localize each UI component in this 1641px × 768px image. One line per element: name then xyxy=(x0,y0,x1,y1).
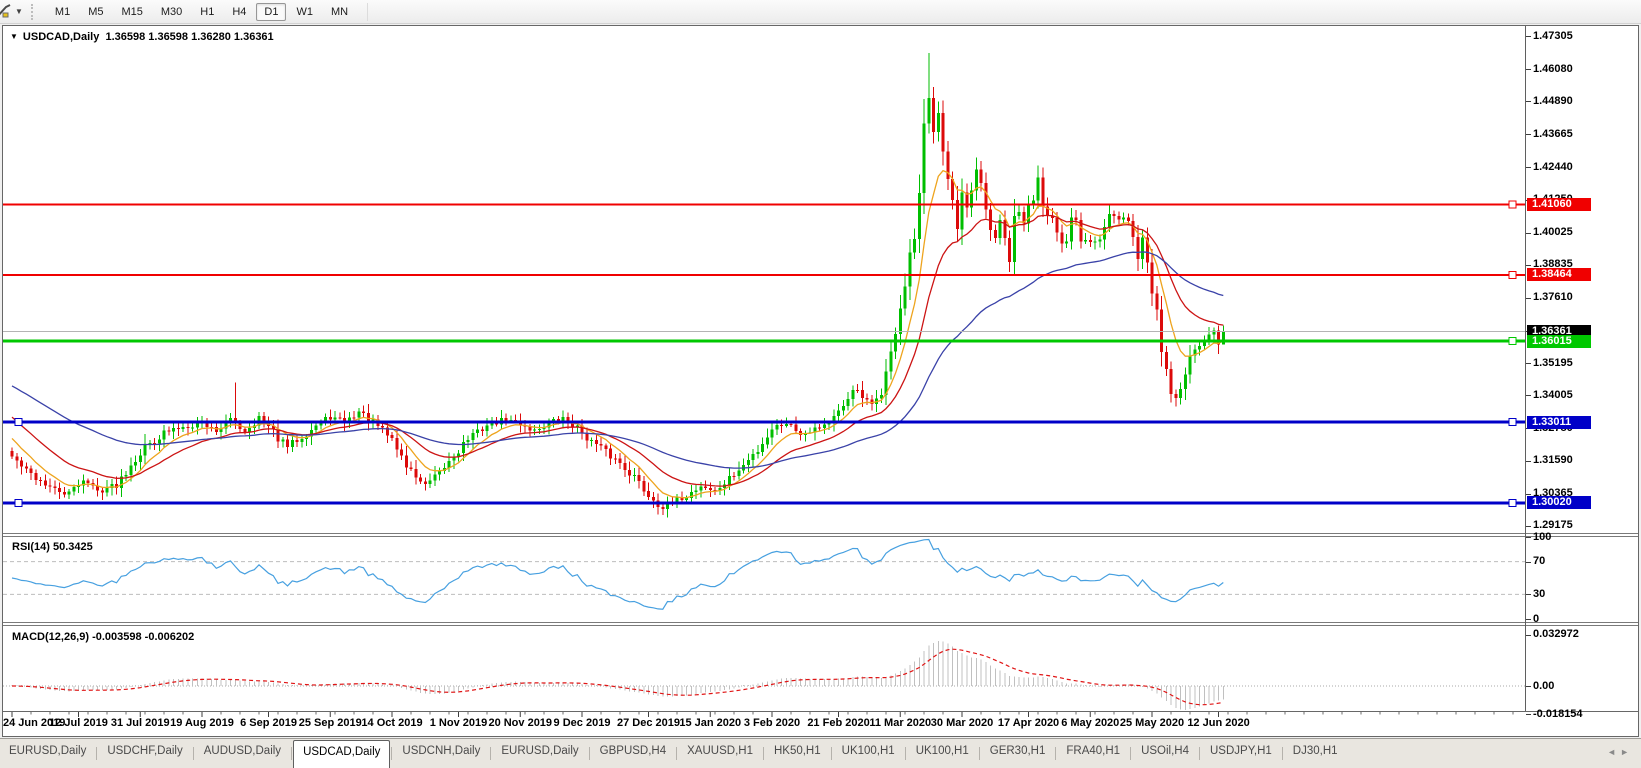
timeframe-button-m30[interactable]: M30 xyxy=(153,3,190,21)
line-handle[interactable] xyxy=(1508,200,1517,209)
tab-divider xyxy=(1199,747,1200,760)
tab-divider xyxy=(830,747,832,760)
tab-divider xyxy=(291,747,293,760)
tab-divider xyxy=(96,747,98,760)
chart-tab-uk100-h1[interactable]: UK100,H1 xyxy=(833,739,904,768)
tool-dropdown-icon[interactable]: ▼ xyxy=(15,7,23,16)
tab-divider xyxy=(762,747,764,760)
tab-divider xyxy=(978,747,980,760)
chart-tab-eurusd-daily[interactable]: EURUSD,Daily xyxy=(492,739,587,768)
tab-divider xyxy=(904,747,906,760)
tab-divider xyxy=(490,747,492,760)
panel-separator-rsi[interactable] xyxy=(3,533,1638,537)
rsi-canvas[interactable] xyxy=(3,536,1525,622)
chart-tab-usdchf-daily[interactable]: USDCHF,Daily xyxy=(98,739,191,768)
rsi-line xyxy=(11,538,1224,610)
chart-tab-usdcad-daily[interactable]: USDCAD,Daily xyxy=(293,740,391,768)
line-handle[interactable] xyxy=(1508,498,1517,507)
timeframe-button-w1[interactable]: W1 xyxy=(288,3,321,21)
timeframe-button-h1[interactable]: H1 xyxy=(192,3,222,21)
ma-line-8 xyxy=(11,169,1224,499)
tab-divider xyxy=(1055,747,1057,760)
candles xyxy=(10,52,1225,518)
line-handle[interactable] xyxy=(1508,418,1517,427)
panel-separator-macd[interactable] xyxy=(3,622,1638,626)
chart-ohlc-quotes: 1.36598 1.36598 1.36280 1.36361 xyxy=(105,31,274,43)
price-chart-canvas[interactable] xyxy=(3,26,1525,533)
chart-collapse-icon[interactable]: ▼ xyxy=(10,32,18,41)
chart-tab-eurusd-daily[interactable]: EURUSD,Daily xyxy=(0,739,95,768)
line-handle[interactable] xyxy=(14,418,23,427)
tab-divider xyxy=(192,747,194,760)
timeframe-button-d1[interactable]: D1 xyxy=(256,2,287,21)
trading-terminal: ▼ M1 M5 M15 M30 H1 H4 D1 W1 MN ▼ USDCAD,Daily 1.3… xyxy=(0,0,1641,768)
chart-tab-usoil-h4[interactable]: USOil,H4 xyxy=(1132,739,1198,768)
chart-title: ▼ USDCAD,Daily 1.36598 1.36598 1.36280 1.… xyxy=(10,31,274,44)
tab-divider xyxy=(1281,747,1283,760)
timeframe-toolbar: ▼ M1 M5 M15 M30 H1 H4 D1 W1 MN xyxy=(0,0,1641,24)
moving-averages xyxy=(11,169,1224,499)
chart-tab-usdcnh-daily[interactable]: USDCNH,Daily xyxy=(393,739,489,768)
chart-tab-uk100-h1[interactable]: UK100,H1 xyxy=(907,739,978,768)
chart-tab-usdjpy-h1[interactable]: USDJPY,H1 xyxy=(1201,739,1281,768)
chart-tab-dj30-h1[interactable]: DJ30,H1 xyxy=(1284,739,1347,768)
macd-label: MACD(12,26,9) -0.003598 -0.006202 xyxy=(12,631,195,643)
macd-histogram xyxy=(11,640,1224,710)
chart-tab-hk50-h1[interactable]: HK50,H1 xyxy=(765,739,830,768)
tab-scroll-arrows: ◄► xyxy=(1607,747,1633,757)
timeframe-button-m5[interactable]: M5 xyxy=(80,3,111,21)
chart-tab-gbpusd-h4[interactable]: GBPUSD,H4 xyxy=(591,739,675,768)
rsi-label: RSI(14) 50.3425 xyxy=(12,541,93,553)
timeframe-button-m1[interactable]: M1 xyxy=(47,3,78,21)
timeframe-button-m15[interactable]: M15 xyxy=(113,3,150,21)
price-axis-line xyxy=(1525,26,1526,711)
ma-line-20 xyxy=(11,214,1224,487)
tab-divider xyxy=(676,747,678,760)
line-handle[interactable] xyxy=(1508,270,1517,279)
tabs-scroll-left-icon[interactable]: ◄ xyxy=(1607,747,1620,757)
timeframe-button-mn[interactable]: MN xyxy=(323,3,356,21)
draw-tool-icon[interactable] xyxy=(0,3,13,20)
horizontal-lines xyxy=(3,200,1525,507)
chart-tab-audusd-daily[interactable]: AUDUSD,Daily xyxy=(195,739,290,768)
macd-signal-line xyxy=(12,648,1224,706)
chart-symbol-label: USDCAD,Daily xyxy=(22,31,100,43)
chart-tab-ger30-h1[interactable]: GER30,H1 xyxy=(981,739,1055,768)
chart-tab-xauusd-h1[interactable]: XAUUSD,H1 xyxy=(678,739,762,768)
tab-divider xyxy=(588,747,590,760)
timeframe-buttons: M1 M5 M15 M30 H1 H4 D1 W1 MN xyxy=(46,2,357,21)
timeframe-button-h4[interactable]: H4 xyxy=(224,3,254,21)
chart-tab-fra40-h1[interactable]: FRA40,H1 xyxy=(1057,739,1129,768)
line-handle[interactable] xyxy=(14,498,23,507)
tab-divider xyxy=(1130,747,1132,760)
toolbar-grip[interactable] xyxy=(30,3,38,20)
macd-canvas[interactable] xyxy=(3,625,1525,711)
toolbar-separator xyxy=(367,2,369,21)
chart-tabbar: EURUSD,Daily USDCHF,Daily AUDUSD,Daily USDC… xyxy=(0,738,1641,768)
tabs-scroll-right-icon[interactable]: ► xyxy=(1620,747,1633,757)
ma-line-55 xyxy=(11,251,1224,469)
date-axis xyxy=(3,711,1638,717)
line-handle[interactable] xyxy=(1508,337,1517,346)
tab-divider xyxy=(391,747,393,760)
